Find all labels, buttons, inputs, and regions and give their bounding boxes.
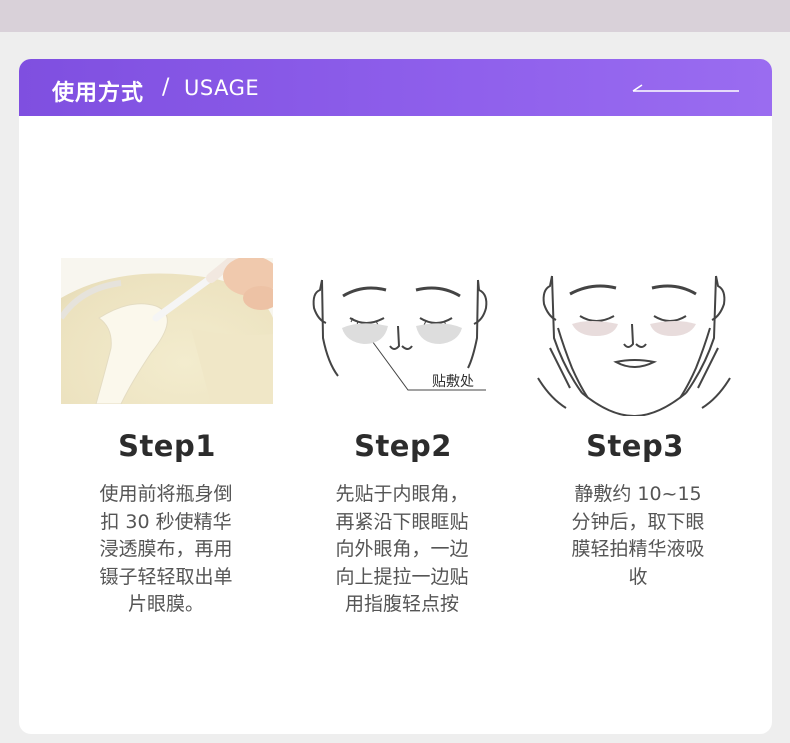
step1-line: 镊子轻轻取出单: [99, 565, 233, 588]
step3-line: 收: [628, 565, 648, 588]
step1-description: 使用前将瓶身倒 扣 30 秒使精华 浸透膜布，再用 镊子轻轻取出单 片眼膜。: [78, 481, 254, 619]
step2-line: 先贴于内眼角，: [335, 483, 469, 505]
step3-line: 静敷约 10~15: [574, 483, 702, 505]
step3-description: 静敷约 10~15 分钟后，取下眼 膜轻拍精华液吸 收: [552, 481, 724, 591]
step1-line: 片眼膜。: [127, 593, 204, 615]
header-title: 使用方式: [52, 81, 145, 106]
step1-title: Step1: [118, 429, 216, 463]
step3-title: Step3: [586, 429, 684, 463]
step1-line: 使用前将瓶身倒: [99, 483, 233, 505]
header-subtitle: USAGE: [184, 76, 260, 100]
step3-image: [530, 258, 742, 416]
step2-image: 贴敷处: [298, 258, 510, 409]
arrow-line-decoration: [632, 84, 739, 92]
usage-card: 使用方式 / USAGE 贴敷处 Step1 Step2 Step3 使用前将瓶…: [19, 59, 772, 734]
card-header: 使用方式 / USAGE: [19, 59, 772, 116]
step3-line: 膜轻拍精华液吸: [571, 538, 705, 560]
step2-line: 用指腹轻点按: [344, 593, 459, 615]
step2-description: 先贴于内眼角， 再紧沿下眼眶贴 向外眼角，一边 向上提拉一边贴 用指腹轻点按: [314, 481, 490, 619]
step2-line: 再紧沿下眼眶贴: [335, 510, 469, 533]
step2-title: Step2: [354, 429, 452, 463]
step1-line: 浸透膜布，再用: [99, 538, 233, 560]
header-separator: /: [162, 75, 170, 100]
top-band: [0, 0, 790, 32]
step2-line: 向上提拉一边贴: [335, 565, 469, 588]
step1-image: [61, 258, 273, 404]
patch-position-label: 贴敷处: [432, 374, 474, 390]
step1-line: 扣 30 秒使精华: [100, 510, 232, 533]
step3-line: 分钟后，取下眼: [571, 510, 705, 533]
step2-line: 向外眼角，一边: [335, 538, 469, 560]
